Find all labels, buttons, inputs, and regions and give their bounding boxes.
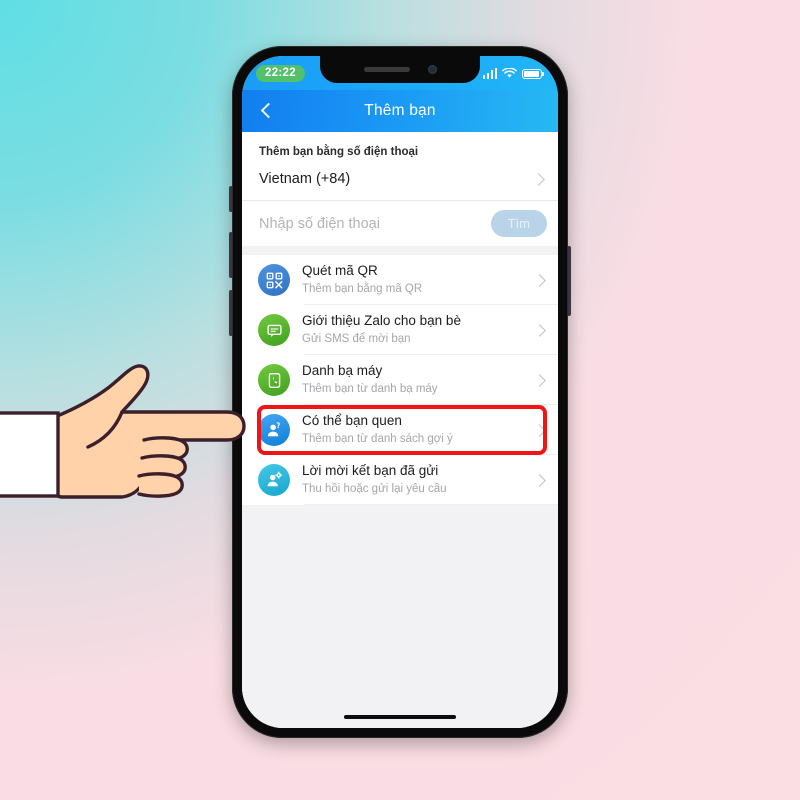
sleeve-cuff xyxy=(0,411,60,498)
list-item-subtitle: Gửi SMS để mời bạn xyxy=(302,333,411,346)
device-notch xyxy=(320,56,480,83)
list-item-quet-ma-qr[interactable]: Quét mã QR Thêm bạn bằng mã QR xyxy=(242,255,558,305)
list-item-title: Có thể bạn quen xyxy=(302,413,402,429)
list-item-text: Có thể bạn quen Thêm bạn từ danh sách gợ… xyxy=(302,412,535,448)
screen-content: Thêm bạn bằng số điện thoại Vietnam (+84… xyxy=(242,132,558,728)
status-bar-time: 22:22 xyxy=(256,64,305,82)
phone-number-input[interactable] xyxy=(259,215,491,232)
country-name: Vietnam (+84) xyxy=(259,171,351,187)
list-item-text: Quét mã QR Thêm bạn bằng mã QR xyxy=(302,262,535,298)
section-label: Thêm bạn bằng số điện thoại xyxy=(259,146,419,158)
home-indicator xyxy=(344,715,456,719)
chevron-right-icon xyxy=(533,273,546,287)
phone-input-row: Tìm xyxy=(242,200,558,246)
add-friend-options-list: Quét mã QR Thêm bạn bằng mã QR Giới thiệ… xyxy=(242,255,558,505)
chevron-right-icon xyxy=(533,373,546,387)
list-item-text: Danh bạ máy Thêm bạn từ danh bạ máy xyxy=(302,362,535,398)
list-item-title: Giới thiệu Zalo cho bạn bè xyxy=(302,313,461,329)
chevron-right-icon xyxy=(533,323,546,337)
app-header: Thêm bạn xyxy=(242,90,558,132)
page-title: Thêm bạn xyxy=(364,102,436,119)
row-separator xyxy=(304,504,558,505)
list-item-danh-ba-may[interactable]: Danh bạ máy Thêm bạn từ danh bạ máy xyxy=(242,355,558,405)
earpiece-speaker-icon xyxy=(363,67,410,72)
front-camera-icon xyxy=(427,65,437,74)
list-item-subtitle: Thêm bạn từ danh bạ máy xyxy=(302,383,438,396)
volume-up-button[interactable] xyxy=(229,232,233,278)
pointing-hand-icon xyxy=(0,364,246,499)
phone-screen: 22:22 Thêm bạn Thêm bạn bằng số điện tho… xyxy=(242,56,558,728)
list-item-title: Quét mã QR xyxy=(302,263,378,279)
list-item-text: Lời mời kết bạn đã gửi Thu hồi hoặc gửi … xyxy=(302,462,535,498)
list-item-title: Lời mời kết bạn đã gửi xyxy=(302,463,439,479)
find-button[interactable]: Tìm xyxy=(490,210,547,237)
list-item-subtitle: Thu hồi hoặc gửi lại yêu cầu xyxy=(302,483,447,496)
back-chevron-icon[interactable] xyxy=(256,100,278,122)
list-item-gioi-thieu-zalo[interactable]: Giới thiệu Zalo cho bạn bè Gửi SMS để mờ… xyxy=(242,305,558,355)
chevron-right-icon xyxy=(532,172,545,186)
list-item-co-the-ban-quen[interactable]: Có thể bạn quen Thêm bạn từ danh sách gợ… xyxy=(242,405,558,455)
list-item-loi-moi-ket-ban[interactable]: Lời mời kết bạn đã gửi Thu hồi hoặc gửi … xyxy=(242,455,558,505)
battery-icon xyxy=(522,68,542,79)
chevron-right-icon xyxy=(533,473,546,487)
list-item-text: Giới thiệu Zalo cho bạn bè Gửi SMS để mờ… xyxy=(302,312,535,348)
silent-switch[interactable] xyxy=(229,186,233,212)
qr-code-icon xyxy=(258,264,290,296)
volume-down-button[interactable] xyxy=(229,290,233,336)
sms-message-icon xyxy=(258,314,290,346)
country-selector-row[interactable]: Vietnam (+84) xyxy=(242,168,558,200)
wifi-icon xyxy=(502,67,517,78)
phone-device-frame: 22:22 Thêm bạn Thêm bạn bằng số điện tho… xyxy=(229,46,571,738)
list-item-title: Danh bạ máy xyxy=(302,363,383,379)
add-by-phone-section: Thêm bạn bằng số điện thoại Vietnam (+84… xyxy=(242,132,558,246)
list-item-subtitle: Thêm bạn từ danh sách gợi ý xyxy=(302,433,453,446)
chevron-right-icon xyxy=(533,423,546,437)
status-bar-icons xyxy=(482,67,542,79)
list-item-subtitle: Thêm bạn bằng mã QR xyxy=(302,283,423,296)
power-button[interactable] xyxy=(567,246,571,316)
cellular-signal-icon xyxy=(482,67,497,79)
section-divider xyxy=(242,246,558,255)
